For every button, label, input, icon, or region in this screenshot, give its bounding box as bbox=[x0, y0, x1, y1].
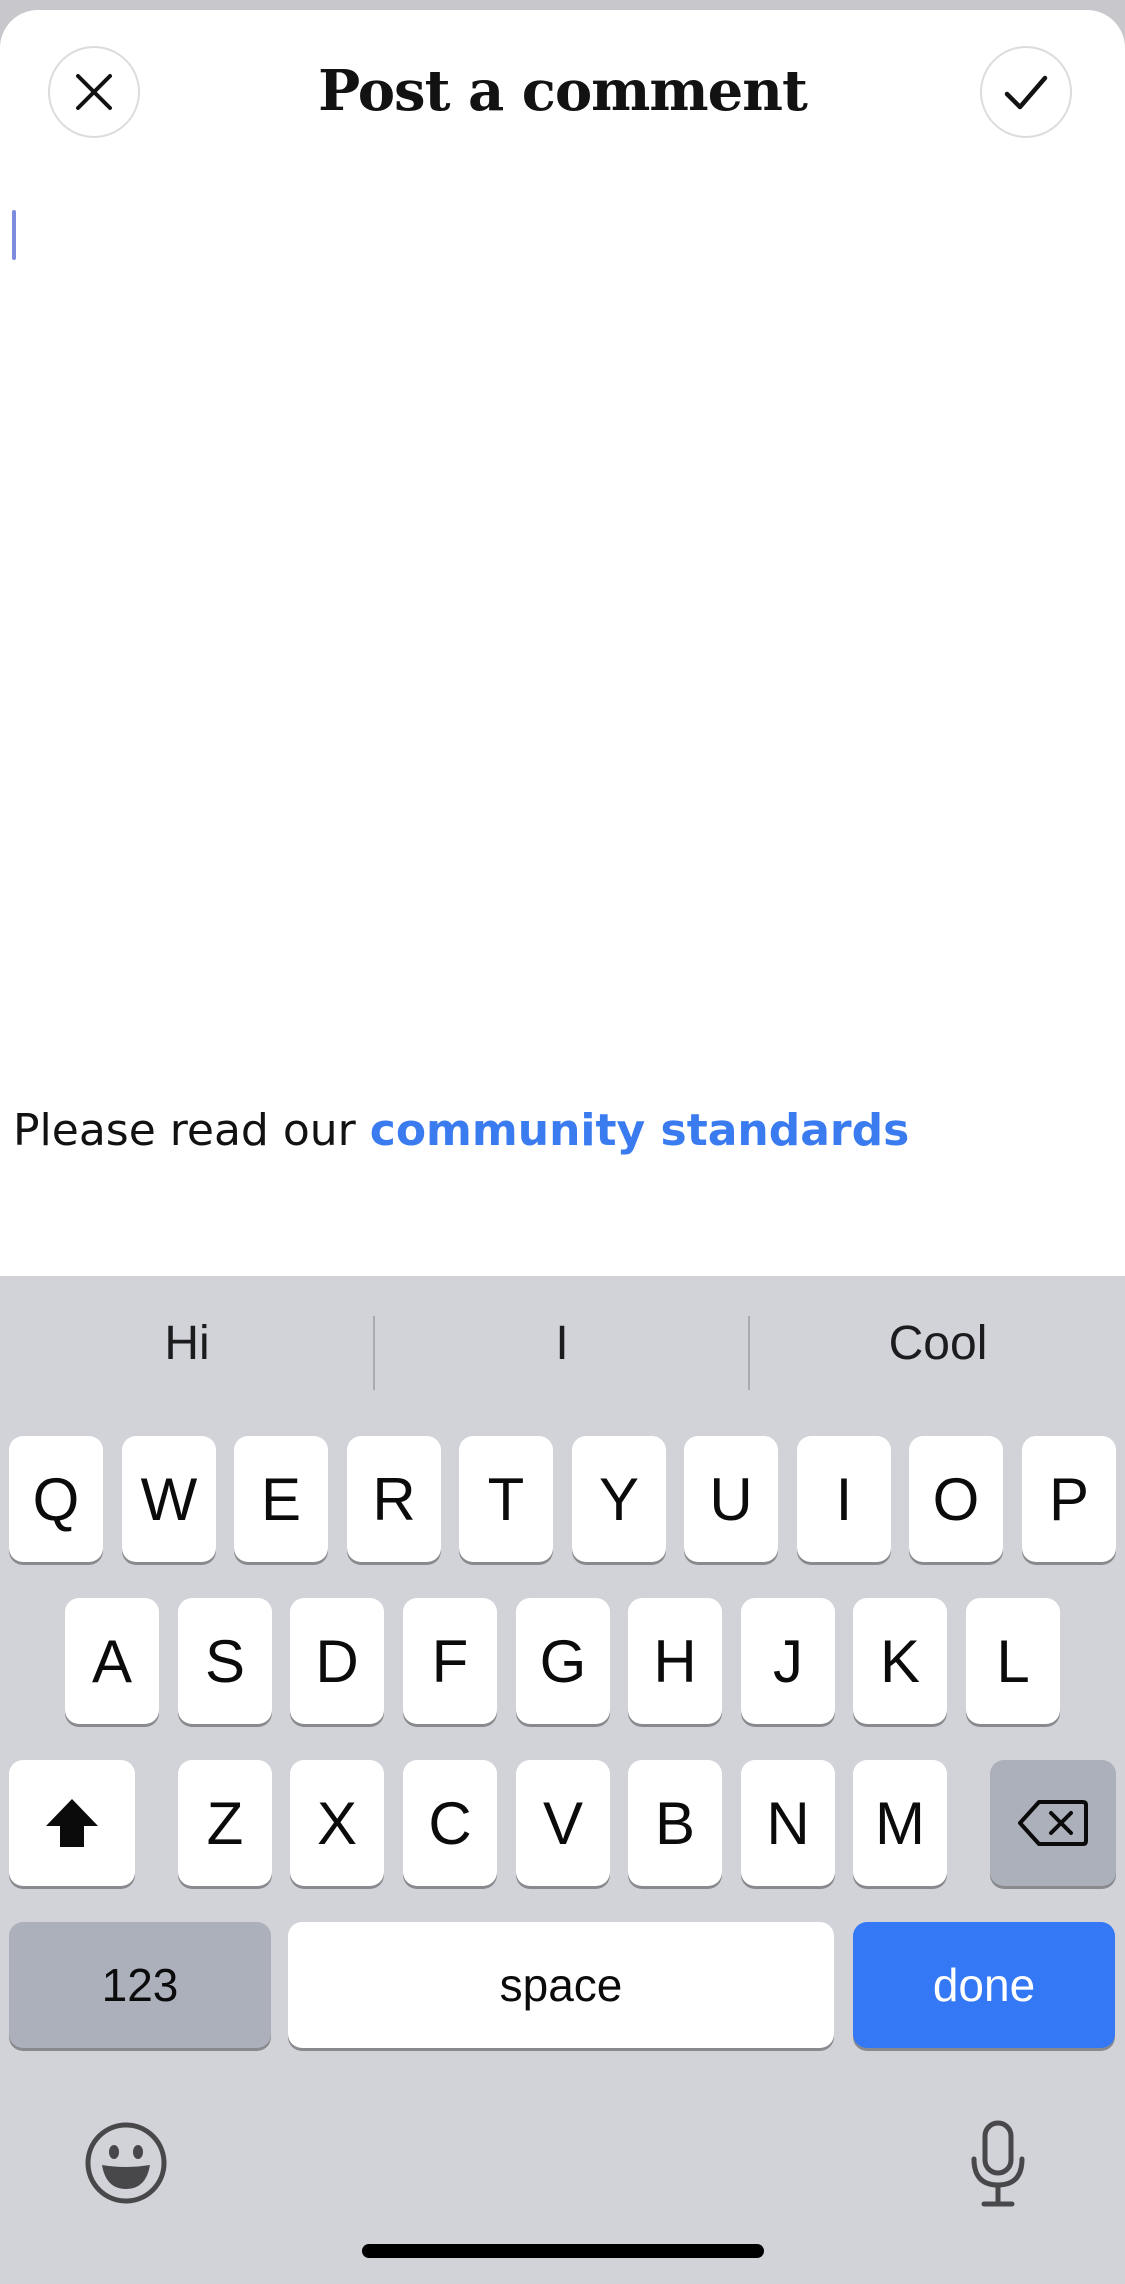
key-d[interactable]: D bbox=[290, 1598, 384, 1724]
dictation-button[interactable] bbox=[968, 2119, 1028, 2214]
key-n[interactable]: N bbox=[741, 1760, 835, 1886]
emoji-icon bbox=[85, 2122, 167, 2204]
key-r[interactable]: R bbox=[347, 1436, 441, 1562]
key-j[interactable]: J bbox=[741, 1598, 835, 1724]
standards-prefix: Please read our bbox=[13, 1105, 370, 1156]
suggestion-bar: Hi I Cool bbox=[0, 1276, 1125, 1428]
key-f[interactable]: F bbox=[403, 1598, 497, 1724]
key-o[interactable]: O bbox=[909, 1436, 1003, 1562]
comment-input[interactable] bbox=[0, 200, 1125, 1000]
suggestion-3[interactable]: Cool bbox=[751, 1316, 1125, 1371]
microphone-icon bbox=[971, 2120, 1025, 2207]
key-h[interactable]: H bbox=[628, 1598, 722, 1724]
key-e[interactable]: E bbox=[234, 1436, 328, 1562]
key-t[interactable]: T bbox=[459, 1436, 553, 1562]
keyboard: Hi I Cool Q W E R T Y U I O P A S D F G … bbox=[0, 1276, 1125, 2284]
space-key[interactable]: space bbox=[288, 1922, 834, 2048]
key-m[interactable]: M bbox=[853, 1760, 947, 1886]
key-p[interactable]: P bbox=[1022, 1436, 1116, 1562]
done-key[interactable]: done bbox=[853, 1922, 1115, 2048]
key-i[interactable]: I bbox=[797, 1436, 891, 1562]
checkmark-icon bbox=[1004, 75, 1048, 110]
key-c[interactable]: C bbox=[403, 1760, 497, 1886]
key-w[interactable]: W bbox=[122, 1436, 216, 1562]
page-title: Post a comment bbox=[318, 58, 808, 124]
key-k[interactable]: K bbox=[853, 1598, 947, 1724]
numbers-key[interactable]: 123 bbox=[9, 1922, 271, 2048]
key-q[interactable]: Q bbox=[9, 1436, 103, 1562]
key-b[interactable]: B bbox=[628, 1760, 722, 1886]
backspace-icon bbox=[1018, 1800, 1088, 1846]
post-button[interactable] bbox=[980, 46, 1072, 138]
community-standards-note: Please read our community standards bbox=[13, 1105, 909, 1156]
key-x[interactable]: X bbox=[290, 1760, 384, 1886]
key-u[interactable]: U bbox=[684, 1436, 778, 1562]
emoji-button[interactable] bbox=[84, 2121, 168, 2210]
key-z[interactable]: Z bbox=[178, 1760, 272, 1886]
key-s[interactable]: S bbox=[178, 1598, 272, 1724]
home-indicator bbox=[362, 2244, 764, 2258]
key-g[interactable]: G bbox=[516, 1598, 610, 1724]
shift-icon bbox=[46, 1799, 98, 1847]
key-a[interactable]: A bbox=[65, 1598, 159, 1724]
backspace-key[interactable] bbox=[990, 1760, 1116, 1886]
key-l[interactable]: L bbox=[966, 1598, 1060, 1724]
suggestion-1[interactable]: Hi bbox=[0, 1316, 374, 1371]
key-v[interactable]: V bbox=[516, 1760, 610, 1886]
text-caret bbox=[12, 210, 16, 260]
shift-key[interactable] bbox=[9, 1760, 135, 1886]
community-standards-link[interactable]: community standards bbox=[370, 1105, 910, 1156]
key-y[interactable]: Y bbox=[572, 1436, 666, 1562]
suggestion-divider bbox=[748, 1316, 750, 1390]
suggestion-2[interactable]: I bbox=[375, 1316, 749, 1371]
